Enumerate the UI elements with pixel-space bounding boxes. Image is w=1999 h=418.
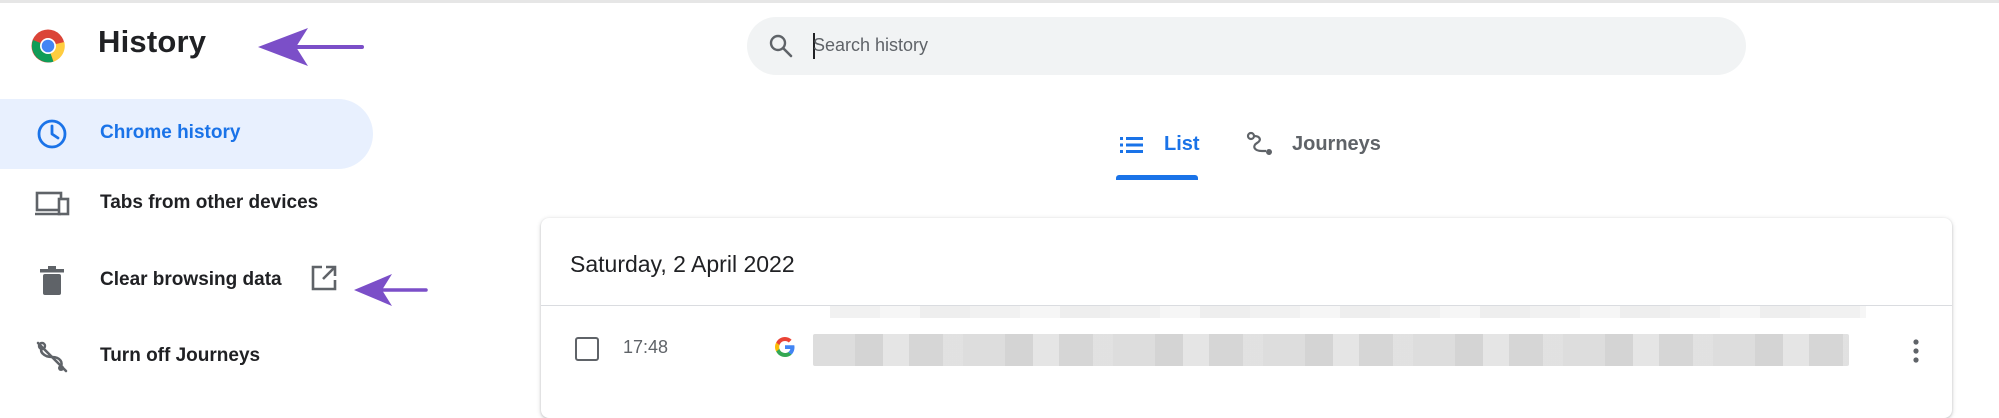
journeys-icon — [1246, 131, 1272, 155]
trash-icon — [40, 266, 64, 295]
tab-label: Journeys — [1292, 133, 1381, 155]
history-card: Saturday, 2 April 2022 17:48 — [541, 218, 1952, 418]
annotation-arrow — [258, 28, 364, 66]
chrome-logo-icon — [31, 29, 65, 63]
sidebar-item-label: Clear browsing data — [100, 269, 282, 290]
tab-list[interactable]: List — [1118, 128, 1228, 178]
entry-checkbox[interactable] — [575, 337, 599, 361]
search-icon — [769, 34, 793, 58]
list-icon — [1120, 137, 1143, 153]
more-vert-icon[interactable] — [1903, 336, 1929, 366]
sidebar-item-label: Chrome history — [100, 122, 241, 143]
sidebar-item-clear-browsing-data[interactable]: Clear browsing data — [0, 246, 373, 316]
sidebar-item-tabs-from-other-devices[interactable]: Tabs from other devices — [0, 169, 373, 239]
redacted-area — [830, 306, 1866, 318]
tab-label: List — [1164, 133, 1200, 155]
history-entry-row[interactable]: 17:48 — [541, 306, 1952, 396]
sidebar-item-label: Turn off Journeys — [100, 345, 261, 366]
tab-journeys[interactable]: Journeys — [1246, 128, 1406, 178]
sidebar-item-turn-off-journeys[interactable]: Turn off Journeys — [0, 322, 373, 392]
redacted-page-title — [813, 334, 1849, 366]
top-divider — [0, 0, 1999, 3]
page-title: History — [98, 24, 207, 59]
active-tab-indicator — [1116, 175, 1198, 180]
open-in-new-icon[interactable] — [309, 263, 339, 293]
journeys-off-icon — [36, 341, 68, 373]
sidebar-item-chrome-history[interactable]: Chrome history — [0, 99, 373, 169]
search-bar[interactable]: Search history — [747, 17, 1746, 75]
entry-time: 17:48 — [623, 337, 669, 357]
annotation-arrow — [354, 274, 428, 306]
clock-icon — [37, 119, 67, 149]
history-date-heading: Saturday, 2 April 2022 — [570, 251, 795, 277]
sidebar-item-label: Tabs from other devices — [100, 192, 319, 213]
google-g-icon — [775, 337, 795, 357]
devices-icon — [35, 191, 70, 216]
search-input[interactable]: Search history — [813, 35, 928, 56]
